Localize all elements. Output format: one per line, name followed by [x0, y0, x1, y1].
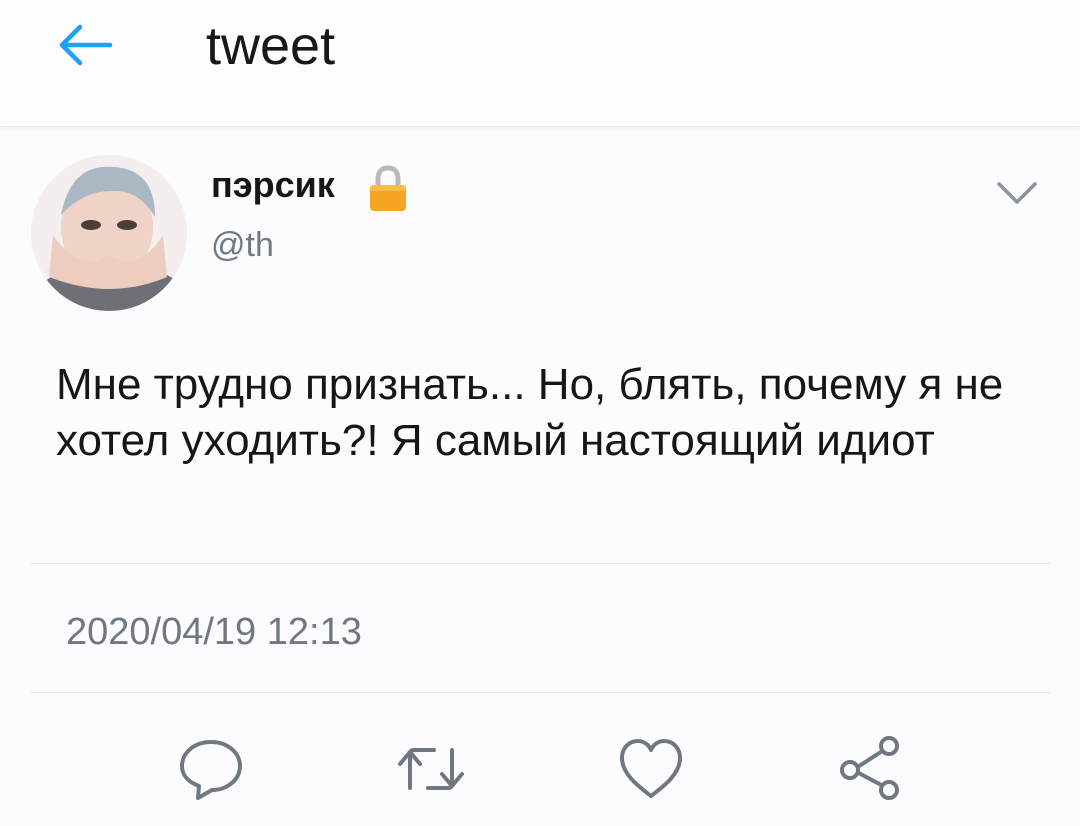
retweet-icon: [398, 748, 464, 790]
like-button[interactable]: [616, 734, 686, 804]
lock-icon: [366, 163, 410, 213]
back-button[interactable]: [56, 20, 116, 70]
tweet-menu-button[interactable]: [995, 178, 1039, 208]
author-display-name[interactable]: пэрсик: [211, 163, 335, 207]
divider: [31, 563, 1051, 564]
chevron-down-icon: [997, 182, 1037, 204]
tweet-timestamp: 2020/04/19 12:13: [66, 611, 362, 653]
heart-icon: [620, 739, 682, 798]
avatar-image: [31, 155, 187, 311]
top-bar: tweet: [0, 0, 1080, 127]
avatar[interactable]: [31, 155, 187, 311]
reply-button[interactable]: [176, 734, 246, 804]
tweet-text: Мне трудно признать... Но, блять, почему…: [56, 360, 1004, 465]
divider: [31, 692, 1051, 693]
author-handle[interactable]: @th: [211, 224, 274, 266]
reply-icon: [180, 740, 242, 800]
back-arrow-icon: [59, 24, 113, 66]
share-icon: [840, 736, 899, 800]
share-button[interactable]: [836, 734, 906, 804]
retweet-button[interactable]: [396, 734, 466, 804]
page-title: tweet: [206, 16, 336, 76]
